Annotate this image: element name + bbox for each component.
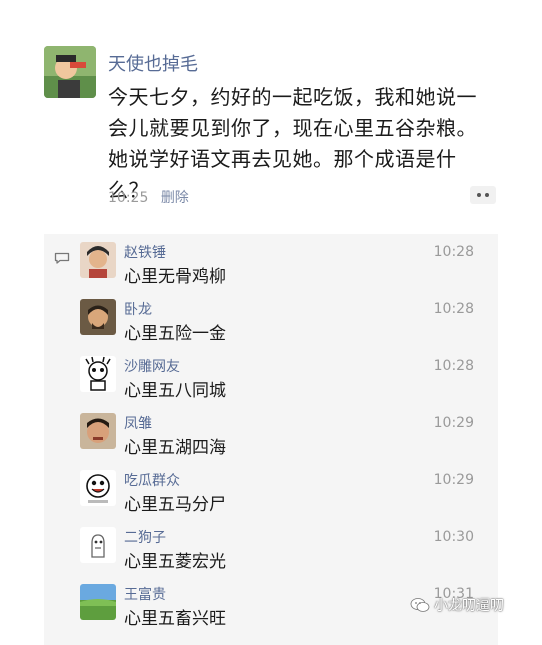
- more-dot-icon: [477, 193, 481, 197]
- comment-time: 10:28: [433, 358, 474, 374]
- watermark: 小龙叨逼叨: [410, 595, 504, 615]
- comment-avatar[interactable]: [80, 584, 116, 620]
- comment-author[interactable]: 赵铁锤: [124, 242, 166, 262]
- comment-item: 吃瓜群众 心里五马分尸 10:29: [80, 466, 490, 522]
- comment-text: 心里五险一金: [124, 324, 226, 344]
- comment-avatar[interactable]: [80, 299, 116, 335]
- post-author-avatar[interactable]: [44, 46, 96, 98]
- comment-author[interactable]: 二狗子: [124, 527, 166, 547]
- comment-avatar[interactable]: [80, 413, 116, 449]
- comment-avatar[interactable]: [80, 356, 116, 392]
- comment-text: 心里五菱宏光: [124, 552, 226, 572]
- comment-time: 10:30: [433, 529, 474, 545]
- comment-author[interactable]: 吃瓜群众: [124, 470, 180, 490]
- comment-author[interactable]: 卧龙: [124, 299, 152, 319]
- post-author-name[interactable]: 天使也掉毛: [108, 50, 198, 76]
- comment-author[interactable]: 沙雕网友: [124, 356, 180, 376]
- comment-text: 心里五八同城: [124, 381, 226, 401]
- comment-time: 10:29: [433, 415, 474, 431]
- delete-button[interactable]: 删除: [161, 190, 189, 206]
- comment-item: 凤雏 心里五湖四海 10:29: [80, 409, 490, 465]
- post-time: 10:25: [108, 190, 149, 206]
- comment-item: 沙雕网友 心里五八同城 10:28: [80, 352, 490, 408]
- comment-avatar[interactable]: [80, 242, 116, 278]
- comment-time: 10:28: [433, 301, 474, 317]
- post-meta: 10:25 删除: [108, 187, 189, 207]
- comment-icon: [54, 252, 70, 264]
- comment-author[interactable]: 王富贵: [124, 584, 166, 604]
- comment-item: 二狗子 心里五菱宏光 10:30: [80, 523, 490, 579]
- comment-text: 心里五畜兴旺: [124, 609, 226, 629]
- wechat-icon: [410, 598, 430, 612]
- comment-text: 心里五马分尸: [124, 495, 226, 515]
- comment-text: 心里五湖四海: [124, 438, 226, 458]
- comment-avatar[interactable]: [80, 527, 116, 563]
- comment-time: 10:29: [433, 472, 474, 488]
- more-dot-icon: [485, 193, 489, 197]
- comment-item: 赵铁锤 心里无骨鸡柳 10:28: [80, 238, 490, 294]
- comments-section: 赵铁锤 心里无骨鸡柳 10:28 卧龙 心里五险一金 10:28 沙雕网友 心里…: [44, 234, 498, 645]
- more-actions-button[interactable]: [470, 186, 496, 204]
- comment-text: 心里无骨鸡柳: [124, 267, 226, 287]
- comment-item: 卧龙 心里五险一金 10:28: [80, 295, 490, 351]
- comment-author[interactable]: 凤雏: [124, 413, 152, 433]
- comment-time: 10:28: [433, 244, 474, 260]
- watermark-text: 小龙叨逼叨: [434, 598, 504, 614]
- comment-avatar[interactable]: [80, 470, 116, 506]
